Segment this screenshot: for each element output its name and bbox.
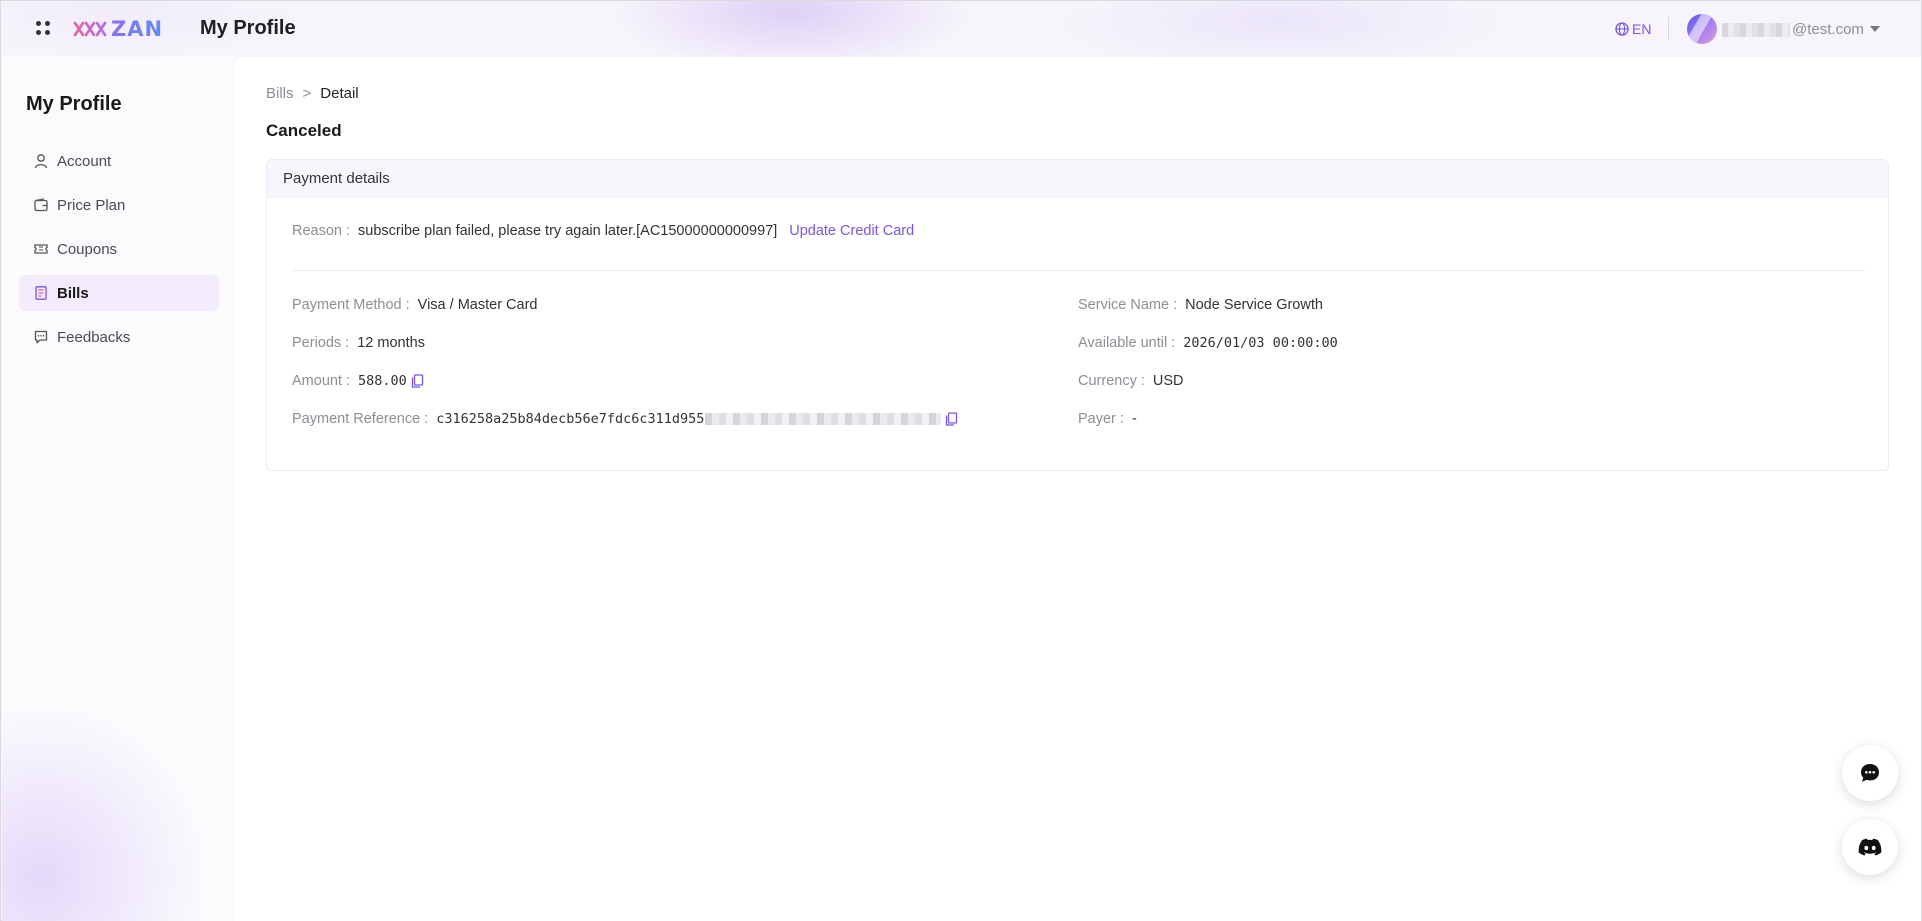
breadcrumb-current: Detail xyxy=(320,85,359,102)
sidebar-item-label: Bills xyxy=(57,284,89,302)
email-suffix: @test.com xyxy=(1792,21,1864,38)
amount-row: Amount : 588.00 xyxy=(292,373,424,389)
brand-logo[interactable]: ZAN xyxy=(73,17,163,41)
payment-details-card: Payment details Reason : subscribe plan … xyxy=(266,159,1889,471)
sidebar-item-label: Feedbacks xyxy=(57,328,131,346)
sidebar-item-feedbacks[interactable]: Feedbacks xyxy=(19,319,219,355)
app-title: My Profile xyxy=(200,17,296,39)
discord-button[interactable] xyxy=(1842,819,1898,875)
payer-value: - xyxy=(1131,411,1137,427)
email-redacted xyxy=(1722,22,1790,37)
sidebar-item-bills[interactable]: Bills xyxy=(19,275,219,311)
available-until-row: Available until : 2026/01/03 00:00:00 xyxy=(1078,335,1338,351)
currency-value: USD xyxy=(1152,373,1184,389)
message-icon xyxy=(33,329,49,345)
amount-value: 588.00 xyxy=(358,373,407,389)
available-until-value: 2026/01/03 00:00:00 xyxy=(1183,335,1338,351)
copy-icon[interactable] xyxy=(411,374,424,388)
service-name-row: Service Name : Node Service Growth xyxy=(1078,297,1323,313)
breadcrumb-separator: > xyxy=(302,85,312,102)
reason-value: subscribe plan failed, please try again … xyxy=(358,223,778,239)
field-label: Available until : xyxy=(1078,335,1176,351)
sidebar-item-label: Price Plan xyxy=(57,196,126,214)
sidebar-item-account[interactable]: Account xyxy=(19,143,219,179)
brand-name: ZAN xyxy=(111,17,164,41)
sidebar-item-label: Coupons xyxy=(57,240,118,258)
payment-method-value: Visa / Master Card xyxy=(417,297,538,313)
chat-bubble-icon xyxy=(1861,764,1879,782)
chevron-down-icon[interactable] xyxy=(1870,26,1880,32)
copy-icon[interactable] xyxy=(945,412,958,426)
field-label: Currency : xyxy=(1078,373,1145,389)
periods-row: Periods : 12 months xyxy=(292,335,425,351)
reason-label: Reason : xyxy=(292,223,351,239)
periods-value: 12 months xyxy=(357,335,425,351)
payment-method-row: Payment Method : Visa / Master Card xyxy=(292,297,537,313)
avatar[interactable] xyxy=(1687,14,1717,44)
service-name-value: Node Service Growth xyxy=(1185,297,1323,313)
field-label: Periods : xyxy=(292,335,350,351)
sidebar-item-label: Account xyxy=(57,152,112,170)
user-email[interactable]: @test.com xyxy=(1722,21,1864,38)
document-icon xyxy=(33,285,49,301)
language-switcher[interactable]: EN xyxy=(1615,21,1651,37)
sidebar: My Profile Account Price Plan Coupons Bi… xyxy=(2,57,234,921)
currency-row: Currency : USD xyxy=(1078,373,1184,389)
reason-row: Reason : subscribe plan failed, please t… xyxy=(292,223,914,239)
header-divider xyxy=(1668,17,1669,41)
user-icon xyxy=(33,153,49,169)
payment-reference-row: Payment Reference : c316258a25b84decb56e… xyxy=(292,411,958,427)
field-label: Payment Method : xyxy=(292,297,410,313)
breadcrumb: Bills > Detail xyxy=(266,85,359,102)
card-divider xyxy=(292,270,1865,271)
language-label: EN xyxy=(1632,21,1652,37)
app-window: ZAN My Profile EN @test.com My Profile A… xyxy=(0,0,1922,921)
breadcrumb-parent-link[interactable]: Bills xyxy=(266,85,294,102)
reference-redacted xyxy=(705,413,942,425)
payer-row: Payer : - xyxy=(1078,411,1137,427)
field-label: Payment Reference : xyxy=(292,411,429,427)
bill-status: Canceled xyxy=(266,121,342,140)
payment-reference-value: c316258a25b84decb56e7fdc6c311d955 xyxy=(436,411,705,427)
globe-icon xyxy=(1615,22,1629,36)
top-bar: ZAN My Profile EN @test.com xyxy=(1,1,1921,57)
update-credit-card-link[interactable]: Update Credit Card xyxy=(789,223,914,239)
ticket-icon xyxy=(33,241,49,257)
sidebar-item-coupons[interactable]: Coupons xyxy=(19,231,219,267)
field-label: Service Name : xyxy=(1078,297,1178,313)
chat-support-button[interactable] xyxy=(1842,745,1898,801)
wallet-icon xyxy=(33,197,49,213)
sidebar-title: My Profile xyxy=(26,93,122,115)
main-content: Bills > Detail Canceled Payment details … xyxy=(234,57,1921,921)
field-label: Amount : xyxy=(292,373,351,389)
discord-icon xyxy=(1858,838,1882,856)
field-label: Payer : xyxy=(1078,411,1124,427)
payment-details-heading: Payment details xyxy=(267,160,1888,198)
sidebar-item-price-plan[interactable]: Price Plan xyxy=(19,187,219,223)
zan-logo-icon xyxy=(73,21,107,37)
apps-grid-icon[interactable] xyxy=(36,21,52,37)
